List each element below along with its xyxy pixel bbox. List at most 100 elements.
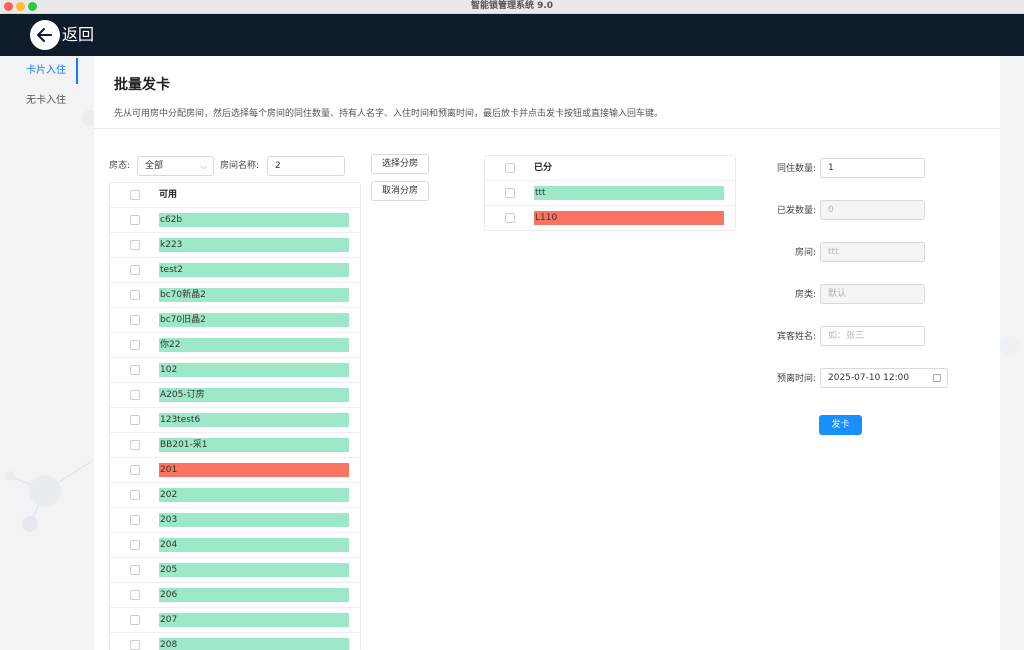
available-row[interactable]: 205 [110, 558, 360, 583]
available-row[interactable]: 201 [110, 458, 360, 483]
app-header: 返回 [0, 14, 1024, 56]
available-room-name: 204 [159, 538, 349, 552]
available-row[interactable]: 208 [110, 633, 360, 650]
available-row[interactable]: bc70新晶2 [110, 283, 360, 308]
available-row[interactable]: k223 [110, 233, 360, 258]
checkout-time-picker[interactable]: 2025-07-10 12:00 [820, 368, 948, 388]
assigned-row[interactable]: ttt [485, 181, 735, 206]
available-row[interactable]: 123test6 [110, 408, 360, 433]
status-filter-value: 全部 [145, 161, 164, 171]
available-room-name: 123test6 [159, 413, 349, 427]
issue-card-button[interactable]: 发卡 [819, 415, 862, 435]
available-row[interactable]: 102 [110, 358, 360, 383]
available-checkbox[interactable] [130, 365, 140, 375]
available-checkbox[interactable] [130, 640, 140, 650]
issued-count-field: 0 [820, 200, 925, 220]
guest-name-label: 宾客姓名: [776, 332, 816, 342]
assigned-room-name: L110 [534, 211, 724, 225]
cancel-room-button[interactable]: 取消分房 [371, 181, 429, 201]
available-room-name: A205-订房 [159, 388, 349, 402]
available-list-header: 可用 [110, 183, 360, 208]
available-checkbox[interactable] [130, 590, 140, 600]
available-room-name: 你22 [159, 338, 349, 352]
available-checkbox[interactable] [130, 515, 140, 525]
cohabit-count-input[interactable]: 1 [820, 158, 925, 178]
select-all-available-checkbox[interactable] [130, 190, 140, 200]
available-header-label: 可用 [159, 190, 178, 200]
available-checkbox[interactable] [130, 540, 140, 550]
status-filter-label: 房态: [109, 161, 131, 171]
available-row[interactable]: BB201-采1 [110, 433, 360, 458]
available-room-name: BB201-采1 [159, 438, 349, 452]
room-name-filter-label: 房间名称: [220, 161, 260, 171]
available-checkbox[interactable] [130, 390, 140, 400]
select-all-assigned-checkbox[interactable] [505, 163, 515, 173]
cohabit-count-label: 同住数量: [776, 164, 816, 174]
available-checkbox[interactable] [130, 440, 140, 450]
room-label: 房间: [794, 248, 816, 258]
available-room-name: 203 [159, 513, 349, 527]
available-checkbox[interactable] [130, 615, 140, 625]
available-row[interactable]: 202 [110, 483, 360, 508]
available-checkbox[interactable] [130, 315, 140, 325]
available-row[interactable]: 207 [110, 608, 360, 633]
back-label[interactable]: 返回 [62, 24, 94, 46]
available-checkbox[interactable] [130, 265, 140, 275]
calendar-icon [933, 374, 941, 382]
available-checkbox[interactable] [130, 415, 140, 425]
window-titlebar: 智能锁管理系统 9.0 [0, 0, 1024, 14]
page-description: 先从可用房中分配房间，然后选择每个房间的同住数量、持有人名字、入住时间和预离时间… [114, 109, 664, 119]
assigned-checkbox[interactable] [505, 188, 515, 198]
available-room-name: 208 [159, 638, 349, 650]
available-room-name: k223 [159, 238, 349, 252]
available-row[interactable]: 204 [110, 533, 360, 558]
sidebar-item-cardless-checkin[interactable]: 无卡入住 [0, 88, 78, 114]
assigned-list-header: 已分 [485, 156, 735, 181]
available-checkbox[interactable] [130, 565, 140, 575]
assigned-room-name: ttt [534, 186, 724, 200]
available-checkbox[interactable] [130, 290, 140, 300]
room-name-input[interactable]: 2 [267, 156, 345, 176]
assigned-row[interactable]: L110 [485, 206, 735, 230]
checkout-time-value: 2025-07-10 12:00 [828, 373, 910, 383]
available-row[interactable]: bc70旧晶2 [110, 308, 360, 333]
available-row[interactable]: 你22 [110, 333, 360, 358]
status-filter-select[interactable]: 全部 ⌵ [137, 156, 214, 176]
checkout-time-label: 预离时间: [776, 374, 816, 384]
available-row[interactable]: test2 [110, 258, 360, 283]
available-room-name: 201 [159, 463, 349, 477]
back-button[interactable] [30, 20, 60, 50]
available-checkbox[interactable] [130, 465, 140, 475]
available-checkbox[interactable] [130, 215, 140, 225]
assigned-header-label: 已分 [534, 163, 553, 173]
available-room-name: 206 [159, 588, 349, 602]
issued-count-label: 已发数量: [776, 206, 816, 216]
room-field: ttt [820, 242, 925, 262]
available-row[interactable]: 203 [110, 508, 360, 533]
available-room-name: 205 [159, 563, 349, 577]
assigned-checkbox[interactable] [505, 213, 515, 223]
available-checkbox[interactable] [130, 240, 140, 250]
page-title: 批量发卡 [114, 77, 170, 93]
available-room-name: bc70新晶2 [159, 288, 349, 302]
available-checkbox[interactable] [130, 490, 140, 500]
main-panel: 批量发卡 先从可用房中分配房间，然后选择每个房间的同住数量、持有人名字、入住时间… [94, 56, 1000, 650]
room-type-field: 默认 [820, 284, 925, 304]
window-title: 智能锁管理系统 9.0 [470, 1, 554, 11]
arrow-left-icon [37, 28, 52, 42]
available-row[interactable]: c62b [110, 208, 360, 233]
header-divider [94, 128, 1000, 129]
assigned-rooms-list: 已分 ttt L110 [484, 155, 736, 231]
room-type-label: 房类: [794, 290, 816, 300]
available-checkbox[interactable] [130, 340, 140, 350]
chevron-down-icon: ⌵ [200, 162, 207, 172]
available-row[interactable]: A205-订房 [110, 383, 360, 408]
sidebar-item-card-checkin[interactable]: 卡片入住 [0, 58, 78, 84]
available-room-name: 202 [159, 488, 349, 502]
available-rooms-list: 可用 c62b k223 test2 bc70新晶2 bc70旧晶2 你22 102 A205… [109, 182, 361, 650]
guest-name-input[interactable]: 如：张三 [820, 326, 925, 346]
available-room-name: 207 [159, 613, 349, 627]
available-room-name: 102 [159, 363, 349, 377]
select-room-button[interactable]: 选择分房 [371, 154, 429, 174]
available-row[interactable]: 206 [110, 583, 360, 608]
